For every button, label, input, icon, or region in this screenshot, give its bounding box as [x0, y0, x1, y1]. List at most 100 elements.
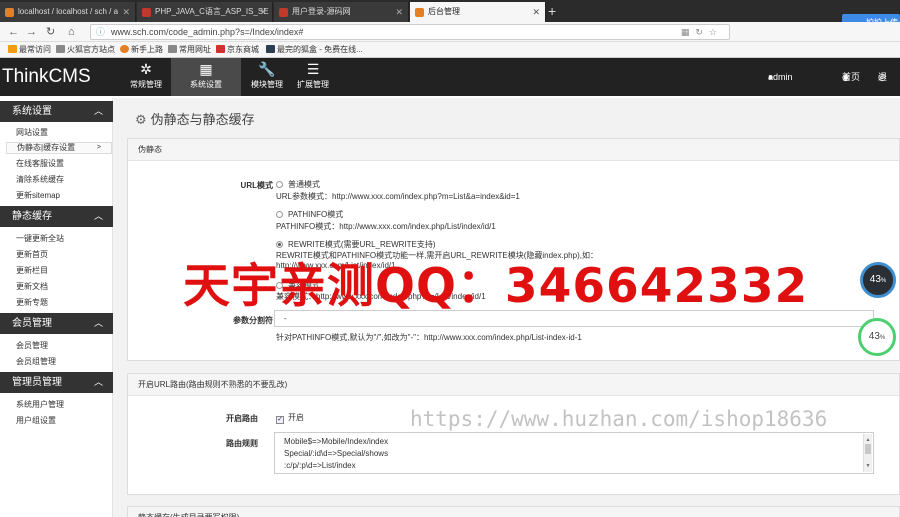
home-label: 首页: [842, 72, 861, 82]
bookmark-item[interactable]: 火狐官方站点: [56, 42, 115, 58]
sidebar-group-label: 会员管理: [12, 318, 52, 329]
browser-tab-3[interactable]: 用户登录-源码网 ✕: [274, 2, 409, 22]
app-header: ThinkCMS ✲ 常规管理 ▦ 系统设置 🔧 模块管理 ☰ 扩展管理 ● a…: [0, 58, 900, 96]
sidebar-item-update-columns[interactable]: 更新栏目: [16, 265, 48, 276]
topnav-general[interactable]: ✲ 常规管理: [124, 58, 168, 96]
bookmark-item[interactable]: 最完的狐盒 - 免费在线...: [266, 42, 363, 58]
route-enable-checkbox[interactable]: ✓ 开启: [276, 412, 304, 424]
radio-button[interactable]: [276, 181, 283, 188]
url-actions-icon[interactable]: ▦↻☆: [681, 25, 723, 39]
tab-label: 用户登录-源码网: [292, 7, 351, 16]
sidebar-item-user-groups[interactable]: 用户组设置: [16, 415, 56, 426]
topnav-label: 系统设置: [190, 80, 222, 89]
sidebar-item-member-groups[interactable]: 会员组管理: [16, 356, 56, 367]
grid-icon: ▦: [199, 61, 213, 77]
username: admin: [768, 72, 793, 82]
sidebar-item-update-docs[interactable]: 更新文档: [16, 281, 48, 292]
sidebar-item-clear-cache[interactable]: 清除系统缓存: [16, 174, 64, 185]
sidebar-item-system-users[interactable]: 系统用户管理: [16, 399, 64, 410]
route-rules-textarea[interactable]: Mobile$=>Mobile/Index/index Special/:id\…: [274, 432, 874, 474]
sidebar-item-update-topics[interactable]: 更新专题: [16, 297, 48, 308]
gear-icon: [8, 45, 17, 53]
bookmark-label: 常用网址: [179, 45, 211, 54]
radio-button[interactable]: [276, 211, 283, 218]
close-icon[interactable]: ✕: [259, 2, 267, 22]
chevron-up-icon: ︿: [93, 106, 103, 116]
separator-label: 参数分割符: [233, 316, 273, 325]
bookmark-item[interactable]: 京东商城: [216, 42, 259, 58]
sidebar-group-members[interactable]: 会员管理 ︿: [0, 313, 113, 334]
browser-tab-2[interactable]: PHP_JAVA_C语言_ASP_IS_SE ✕: [137, 2, 273, 22]
new-tab-button[interactable]: +: [548, 2, 556, 20]
sidebar-group-label: 系统设置: [12, 106, 52, 117]
topnav-extensions[interactable]: ☰ 扩展管理: [291, 58, 335, 96]
home-icon[interactable]: ⌂: [68, 24, 75, 40]
forward-icon[interactable]: →: [26, 24, 37, 40]
sidebar-group-static-cache[interactable]: 静态缓存 ︿: [0, 206, 113, 227]
route-enable-label: 开启路由: [226, 414, 258, 423]
scrollbar-thumb[interactable]: [865, 444, 871, 454]
bookmark-label: 火狐官方站点: [67, 45, 115, 54]
sidebar-group-system-settings[interactable]: 系统设置 ︿: [0, 101, 113, 122]
tab-favicon-icon: [5, 8, 14, 17]
checkbox-label: 开启: [288, 413, 304, 422]
chevron-right-icon: >: [96, 144, 101, 151]
bookmark-item[interactable]: 常用网址: [168, 42, 211, 58]
info-icon[interactable]: ⓘ: [96, 25, 105, 39]
sidebar-item-rewrite-cache[interactable]: 伪静态|缓存设置 >: [6, 142, 112, 154]
panel-header: 静态缓存(生成目录要写权限): [128, 507, 899, 517]
tab-label: 后台管理: [428, 7, 460, 16]
tab-favicon-icon: [142, 8, 151, 17]
checkbox-checked-icon[interactable]: ✓: [276, 416, 284, 424]
reload-icon[interactable]: ↻: [46, 24, 55, 40]
radio-normal-mode[interactable]: 普通模式: [276, 179, 320, 190]
route-rule-line: :c/p/:p\d=>List/index: [284, 461, 356, 470]
textarea-scrollbar[interactable]: ▲ ▼: [863, 434, 872, 472]
back-icon[interactable]: ←: [8, 24, 19, 40]
browser-tab-4[interactable]: 后台管理 ✕: [410, 2, 546, 22]
gauge-value: 43: [868, 331, 880, 342]
chevron-up-icon: ︿: [93, 318, 103, 328]
static-cache-panel: 静态缓存(生成目录要写权限): [127, 506, 900, 517]
close-icon[interactable]: ✕: [532, 2, 540, 22]
brand-logo: ThinkCMS: [2, 66, 91, 87]
sidebar-item-update-all[interactable]: 一键更新全站: [16, 233, 64, 244]
browser-tab-1[interactable]: localhost / localhost / sch / a ✕: [0, 2, 136, 22]
scroll-down-icon[interactable]: ▼: [864, 460, 872, 472]
performance-gauge-dark[interactable]: 43%: [860, 262, 896, 298]
bookmark-label: 新手上路: [131, 45, 163, 54]
gauge-unit: %: [879, 335, 886, 341]
sidebar-group-admins[interactable]: 管理员管理 ︿: [0, 372, 113, 393]
sidebar-item-online-service[interactable]: 在线客服设置: [16, 158, 64, 169]
wrench-icon: 🔧: [258, 61, 276, 77]
url-input[interactable]: ⓘ www.sch.com/code_admin.php?s=/Index/in…: [90, 24, 730, 40]
bookmark-label: 最完的狐盒 - 免费在线...: [277, 45, 363, 54]
radio-pathinfo-mode[interactable]: PATHINFO模式: [276, 209, 343, 220]
performance-gauge-green[interactable]: 43%: [858, 318, 896, 356]
sidebar-item-sitemap[interactable]: 更新sitemap: [16, 190, 60, 201]
address-bar-row: ← → ↻ ⌂ ⓘ www.sch.com/code_admin.php?s=/…: [0, 22, 900, 58]
route-rule-line: Special/:id\d=>Special/shows: [284, 449, 389, 458]
bookmarks-bar: 最常访问 火狐官方站点 新手上路 常用网址 京东商城 最完的狐盒 - 免费在线.…: [0, 42, 900, 58]
topnav-system-settings[interactable]: ▦ 系统设置: [171, 58, 241, 96]
sidebar-item-site-settings[interactable]: 网站设置: [16, 127, 48, 138]
topnav-modules[interactable]: 🔧 模块管理: [245, 58, 289, 96]
snowflake-icon: ✲: [140, 61, 152, 77]
sidebar-item-member-manage[interactable]: 会员管理: [16, 340, 48, 351]
tab-favicon-icon: [279, 8, 288, 17]
panel-header: 开启URL路由(路由规则不熟悉的不要乱改): [128, 374, 899, 396]
list-icon: ☰: [306, 61, 320, 77]
tab-label: PHP_JAVA_C语言_ASP_IS_SE: [155, 7, 269, 16]
route-rules-label: 路由规则: [226, 439, 258, 448]
close-icon[interactable]: ✕: [395, 2, 403, 22]
sidebar: 系统设置 ︿ 网站设置 伪静态|缓存设置 > 在线客服设置 清除系统缓存 更新s…: [0, 98, 113, 517]
bookmark-item[interactable]: 新手上路: [120, 42, 163, 58]
close-icon[interactable]: ✕: [122, 2, 130, 22]
sidebar-group-label: 管理员管理: [12, 377, 62, 388]
page-icon: [266, 45, 275, 53]
bookmark-item[interactable]: 最常访问: [8, 42, 51, 58]
sidebar-item-label: 伪静态|缓存设置: [17, 143, 76, 152]
logout-label: 退: [878, 72, 888, 82]
sidebar-item-update-home[interactable]: 更新首页: [16, 249, 48, 260]
grey-watermark: https://www.huzhan.com/ishop18636: [410, 407, 828, 431]
